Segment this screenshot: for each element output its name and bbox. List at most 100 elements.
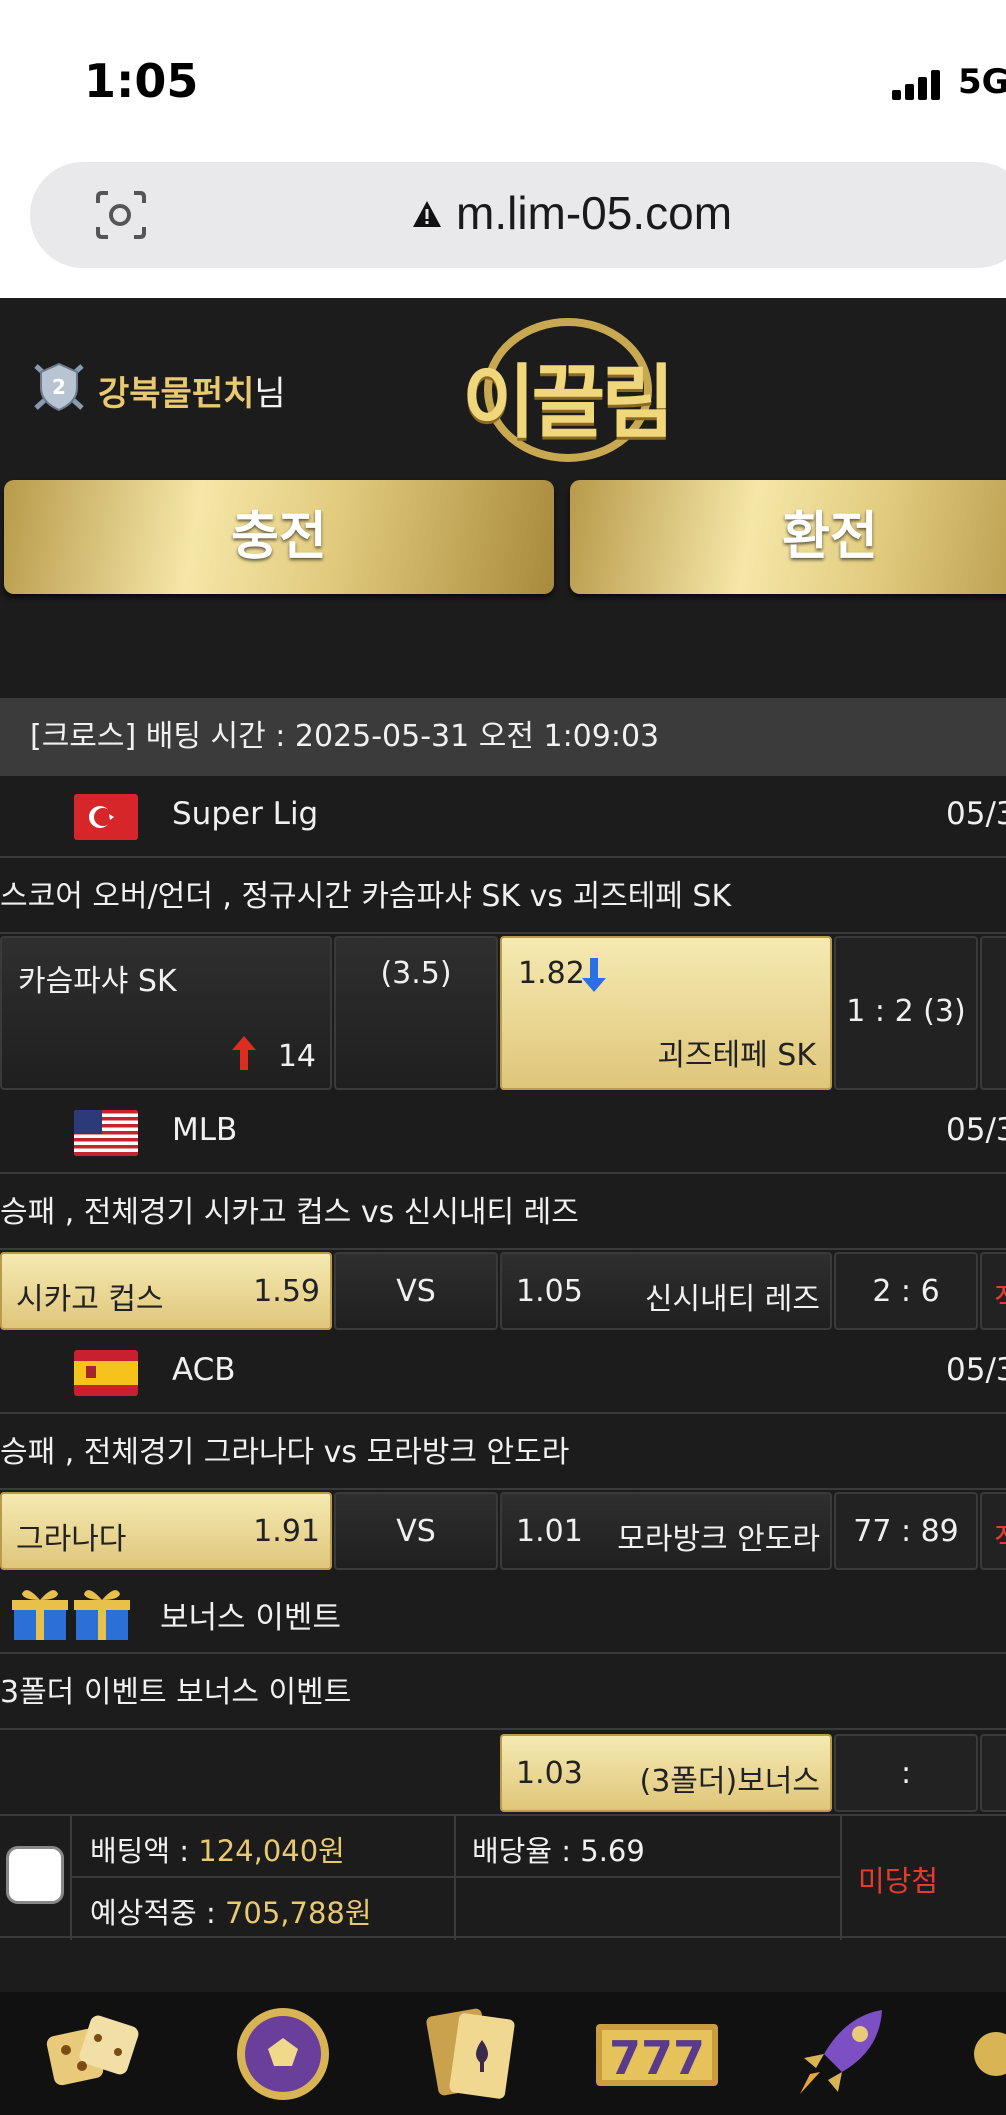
league-row: Super Lig 05/3	[0, 776, 1006, 858]
bet-amount: 배팅액 : 124,040원	[90, 1828, 345, 1870]
league-row: MLB 05/3	[0, 1092, 1006, 1174]
bonus-label: (3폴더)보너스	[639, 1764, 821, 1799]
away-team-cell[interactable]: 1.82 괴즈테페 SK	[500, 936, 832, 1090]
expected-win: 예상적중 : 705,788원	[90, 1890, 372, 1932]
result: 적	[994, 1274, 1006, 1318]
svg-text:2: 2	[52, 375, 66, 399]
signal-icon	[892, 70, 944, 100]
username-name: 강북물펀치	[98, 374, 255, 414]
gift-icon	[12, 1590, 130, 1640]
bet-result: 미당첨	[858, 1864, 939, 1898]
score: 1 : 2 (3)	[846, 994, 966, 1029]
bonus-odds: 1.03	[516, 1756, 583, 1791]
score-cell: :	[834, 1734, 978, 1812]
site-logo[interactable]: 이끌림	[462, 338, 675, 454]
arrow-up-icon	[232, 1036, 256, 1070]
match-date: 05/3	[946, 796, 1006, 832]
match-title: 승패 , 전체경기 시카고 컵스 vs 신시내티 레즈	[0, 1176, 1006, 1250]
url-text: m.lim-05.com	[456, 187, 733, 239]
home-team-cell[interactable]: 시카고 컵스 1.59	[0, 1252, 332, 1330]
site-header: 2 강북물펀치님 이끌림	[0, 298, 1006, 473]
score: :	[900, 1756, 912, 1791]
away-team-cell[interactable]: 1.01 모라방크 안도라	[500, 1492, 832, 1570]
vs-cell: VS	[334, 1492, 498, 1570]
away-odds: 1.82	[518, 956, 585, 991]
expected-value: 705,788원	[224, 1896, 372, 1930]
address-bar[interactable]: m.lim-05.com	[30, 162, 1006, 268]
score: 2 : 6	[872, 1274, 940, 1309]
home-odds: 14	[277, 1039, 316, 1074]
league-name: ACB	[172, 1352, 236, 1388]
handicap: (3.5)	[380, 956, 452, 991]
score: 77 : 89	[853, 1514, 959, 1549]
arrow-down-icon	[582, 958, 606, 992]
score-cell: 2 : 6	[834, 1252, 978, 1330]
game-tabbar: 777	[0, 1992, 1006, 2115]
bonus-league: 보너스 이벤트	[160, 1600, 341, 1636]
bonus-title: 3폴더 이벤트 보너스 이벤트	[0, 1656, 1006, 1730]
charge-button[interactable]: 충전	[4, 480, 554, 594]
away-team: 괴즈테페 SK	[657, 1038, 816, 1073]
result-cell	[980, 1734, 1006, 1812]
league-row: ACB 05/3	[0, 1332, 1006, 1414]
match-title: 스코어 오버/언더 , 정규시간 카슴파샤 SK vs 괴즈테페 SK	[0, 860, 1006, 934]
away-odds: 1.01	[516, 1514, 583, 1549]
home-team-cell[interactable]: 카슴파샤 SK 14	[0, 936, 332, 1090]
bet-amount-label: 배팅액 :	[90, 1834, 199, 1868]
bet-header: [크로스] 배팅 시간 : 2025-05-31 오전 1:09:03	[0, 698, 1006, 776]
vs-label: VS	[396, 1514, 436, 1549]
bonus-row: 보너스 이벤트	[0, 1572, 1006, 1654]
username[interactable]: 강북물펀치님	[98, 366, 286, 415]
usa-flag-icon	[74, 1110, 138, 1156]
soccer-ball-icon[interactable]	[228, 2002, 338, 2106]
score-cell: 77 : 89	[834, 1492, 978, 1570]
status-time: 1:05	[84, 54, 199, 108]
handicap-cell: (3.5)	[334, 936, 498, 1090]
result-cell: 적	[980, 1492, 1006, 1570]
turkey-flag-icon	[74, 794, 138, 840]
home-team: 그라나다	[16, 1522, 127, 1557]
rocket-icon[interactable]	[786, 2002, 896, 2106]
bet-amount-value: 124,040원	[198, 1834, 345, 1868]
warning-icon	[413, 201, 441, 227]
slot-777-icon[interactable]: 777	[594, 2002, 720, 2106]
username-suffix: 님	[254, 374, 286, 414]
vs-label: VS	[396, 1274, 436, 1309]
lens-icon[interactable]	[94, 189, 148, 241]
network-type: 5G	[958, 62, 1006, 102]
vs-cell: VS	[334, 1252, 498, 1330]
home-team-cell[interactable]: 그라나다 1.91	[0, 1492, 332, 1570]
rank-badge-icon: 2	[34, 362, 84, 412]
league-name: MLB	[172, 1112, 238, 1148]
more-game-icon[interactable]	[966, 2002, 1006, 2106]
exchange-button[interactable]: 환전	[570, 480, 1006, 594]
home-odds: 1.91	[253, 1514, 320, 1549]
cards-icon[interactable]	[418, 2002, 528, 2106]
away-odds: 1.05	[516, 1274, 583, 1309]
league-name: Super Lig	[172, 796, 319, 832]
match-date: 05/3	[946, 1112, 1006, 1148]
away-team: 모라방크 안도라	[617, 1522, 820, 1557]
expected-label: 예상적중 :	[90, 1896, 225, 1930]
away-team-cell[interactable]: 1.05 신시내티 레즈	[500, 1252, 832, 1330]
slot-text: 777	[609, 2031, 705, 2085]
spain-flag-icon	[74, 1350, 138, 1396]
match-date: 05/3	[946, 1352, 1006, 1388]
match-title: 승패 , 전체경기 그라나다 vs 모라방크 안도라	[0, 1416, 1006, 1490]
dice-icon[interactable]	[38, 2002, 148, 2106]
summary-divider	[72, 1876, 842, 1878]
result-cell	[980, 936, 1006, 1090]
odds-rate: 배당율 : 5.69	[472, 1834, 645, 1868]
score-cell: 1 : 2 (3)	[834, 936, 978, 1090]
home-team: 시카고 컵스	[16, 1282, 164, 1317]
status-bar: 1:05 5G	[0, 0, 1006, 150]
home-team: 카슴파샤 SK	[18, 964, 177, 999]
away-team: 신시내티 레즈	[644, 1282, 820, 1317]
result: 적	[994, 1514, 1006, 1558]
checkbox-column	[0, 1816, 72, 1940]
app-container: 2 강북물펀치님 이끌림 충전 환전 [크로스] 배팅 시간 : 2025-05…	[0, 298, 1006, 2115]
bet-summary: 배팅액 : 124,040원 배당율 : 5.69 예상적중 : 705,788…	[0, 1814, 1006, 1940]
bonus-odds-cell[interactable]: 1.03 (3폴더)보너스	[500, 1734, 832, 1812]
result-cell: 적	[980, 1252, 1006, 1330]
home-odds: 1.59	[253, 1274, 320, 1309]
